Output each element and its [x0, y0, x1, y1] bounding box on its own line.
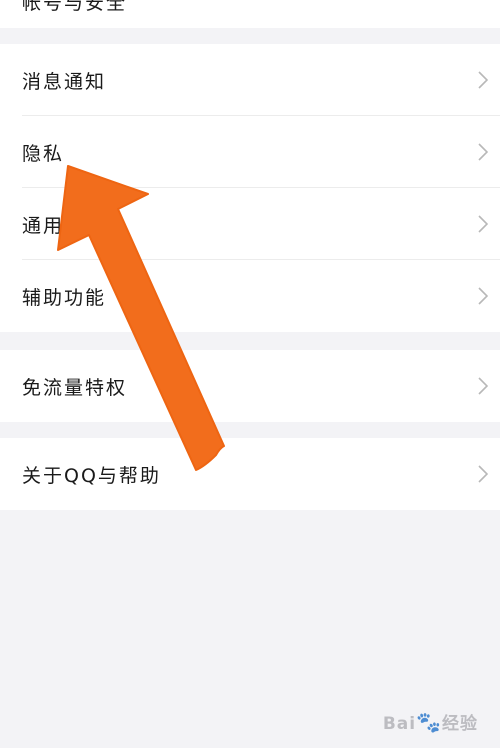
settings-row-label: 帐号与安全	[22, 0, 128, 14]
chevron-right-icon	[478, 215, 488, 233]
chevron-right-icon	[478, 71, 488, 89]
settings-group-main: 消息通知 隐私 通用 辅助功能	[0, 44, 500, 332]
settings-row-notifications[interactable]: 消息通知	[0, 44, 500, 116]
settings-row-label: 隐私	[22, 142, 65, 165]
baidu-watermark: Bai🐾经验	[383, 709, 478, 734]
settings-row-label: 关于QQ与帮助	[22, 464, 161, 487]
settings-row-label: 通用	[22, 214, 65, 237]
settings-group-about: 关于QQ与帮助	[0, 438, 500, 510]
chevron-right-icon	[478, 143, 488, 161]
settings-group-traffic: 免流量特权	[0, 350, 500, 422]
chevron-right-icon	[478, 287, 488, 305]
watermark-suffix: 经验	[442, 714, 478, 734]
settings-row-partial[interactable]: 帐号与安全	[0, 0, 500, 28]
settings-row-about-help[interactable]: 关于QQ与帮助	[0, 438, 500, 510]
settings-row-privacy[interactable]: 隐私	[0, 116, 500, 188]
paw-icon: 🐾	[416, 710, 442, 734]
settings-row-free-data[interactable]: 免流量特权	[0, 350, 500, 422]
chevron-right-icon	[478, 465, 488, 483]
settings-row-accessibility[interactable]: 辅助功能	[0, 260, 500, 332]
chevron-right-icon	[478, 377, 488, 395]
watermark-text: Bai	[382, 714, 417, 734]
settings-row-general[interactable]: 通用	[0, 188, 500, 260]
settings-row-label: 辅助功能	[22, 286, 107, 309]
settings-row-label: 消息通知	[22, 70, 107, 93]
settings-row-label: 免流量特权	[22, 376, 128, 399]
